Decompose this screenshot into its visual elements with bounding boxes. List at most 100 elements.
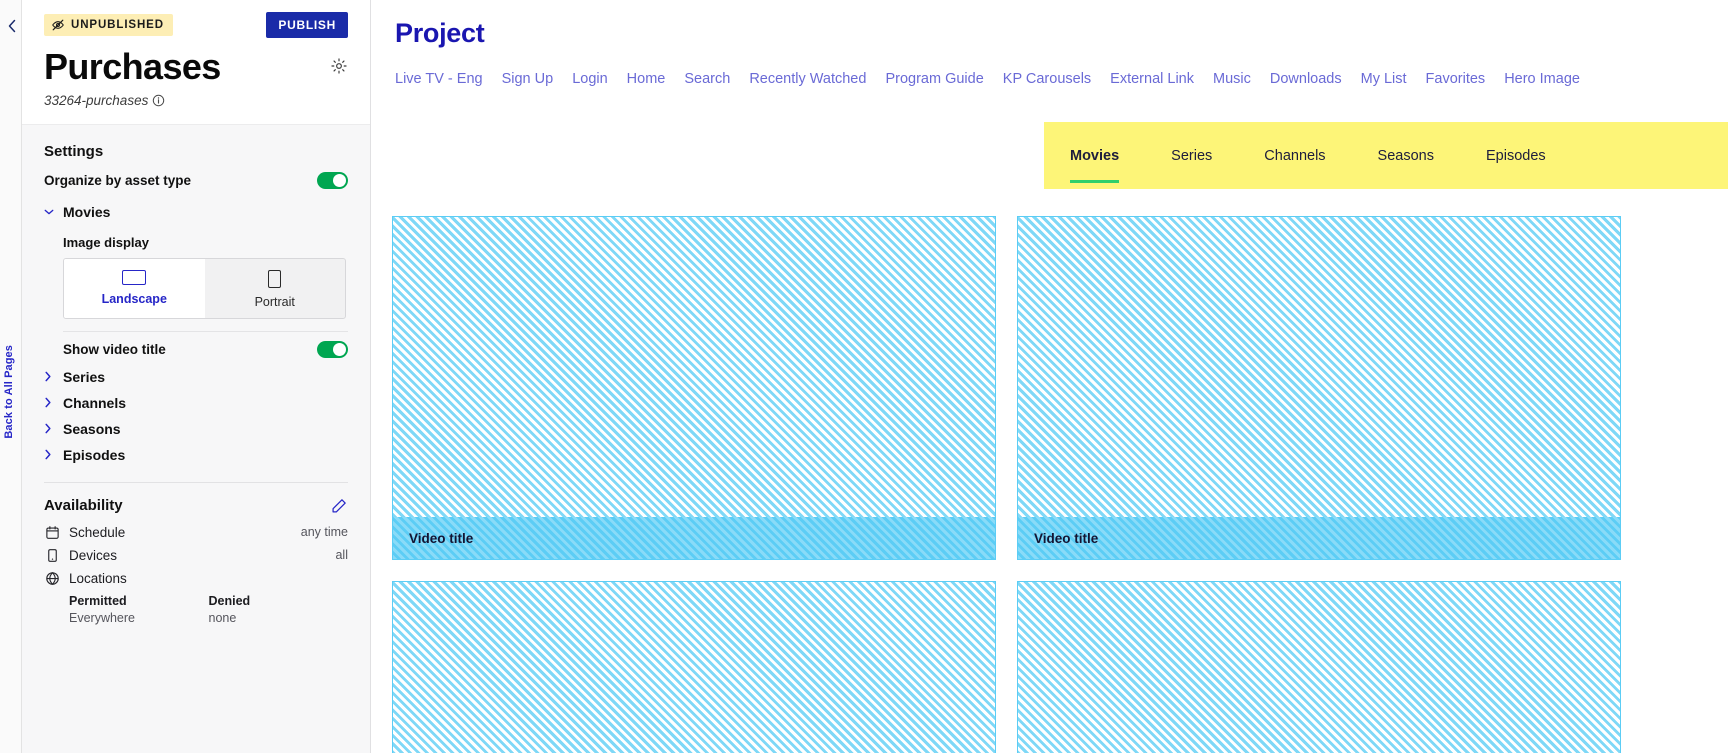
slug-row: 33264-purchases (44, 93, 348, 108)
organize-by-asset-type-row: Organize by asset type (44, 171, 348, 189)
availability-row-devices: Devices all (44, 544, 348, 567)
eye-off-icon (51, 18, 65, 32)
tab-episodes[interactable]: Episodes (1486, 122, 1546, 189)
page-title: Purchases (44, 46, 221, 87)
chevron-right-icon (44, 449, 54, 460)
tab-movies[interactable]: Movies (1070, 122, 1120, 189)
nav-item-live-tv-eng[interactable]: Live TV - Eng (395, 71, 483, 87)
video-thumbnail-placeholder (1017, 216, 1621, 517)
chevron-right-icon (44, 423, 54, 434)
video-card[interactable] (392, 581, 996, 753)
nav-item-kp-carousels[interactable]: KP Carousels (1003, 71, 1091, 87)
chevron-left-icon[interactable] (4, 18, 20, 34)
video-card[interactable]: Video title (1017, 216, 1621, 560)
landscape-icon (122, 269, 147, 285)
info-icon[interactable] (152, 94, 165, 107)
image-display-option-portrait[interactable]: Portrait (205, 259, 346, 318)
nav-item-external-link[interactable]: External Link (1110, 71, 1194, 87)
locations-label: Locations (69, 570, 127, 586)
availability-header: Availability (44, 497, 348, 514)
availability-title: Availability (44, 496, 123, 514)
show-video-title-toggle[interactable] (317, 340, 348, 358)
accordion-series-label: Series (63, 368, 106, 385)
video-thumbnail-placeholder (392, 216, 996, 517)
accordion-channels[interactable]: Channels (44, 390, 348, 416)
devices-value: all (335, 548, 348, 563)
image-display-segmented-control: Landscape Portrait (63, 257, 346, 319)
video-thumbnail-placeholder (1017, 581, 1621, 753)
status-badge-label: UNPUBLISHED (71, 19, 164, 31)
back-to-all-pages-link[interactable]: Back to All Pages (3, 345, 15, 439)
left-rail: Back to All Pages (0, 0, 22, 753)
chevron-right-icon (44, 371, 54, 382)
accordion-episodes[interactable]: Episodes (44, 442, 348, 468)
tab-series[interactable]: Series (1171, 122, 1212, 189)
accordion-episodes-label: Episodes (63, 446, 126, 463)
chevron-right-icon (44, 397, 54, 408)
nav-item-login[interactable]: Login (572, 71, 607, 87)
permitted-value: Everywhere (69, 610, 135, 625)
video-card[interactable]: Video title (392, 216, 996, 560)
chevron-down-icon (44, 208, 54, 216)
nav-item-my-list[interactable]: My List (1361, 71, 1407, 87)
status-row: UNPUBLISHED PUBLISH (44, 12, 348, 38)
portrait-icon (268, 269, 282, 288)
accordion-channels-label: Channels (63, 394, 127, 411)
permitted-column: Permitted Everywhere (69, 594, 209, 625)
denied-value: none (208, 610, 237, 625)
nav-item-music[interactable]: Music (1213, 71, 1251, 87)
video-title: Video title (1034, 530, 1099, 546)
accordion-seasons[interactable]: Seasons (44, 416, 348, 442)
title-row: Purchases (44, 48, 348, 86)
tab-channels[interactable]: Channels (1264, 122, 1325, 189)
video-thumbnail-placeholder (392, 581, 996, 753)
panel-header: UNPUBLISHED PUBLISH Purchases 33264-purc… (22, 0, 370, 125)
denied-column: Denied none (209, 594, 349, 625)
edit-pencil-icon[interactable] (331, 497, 348, 514)
preview-nav: Live TV - Eng Sign Up Login Home Search … (371, 49, 1728, 87)
video-card-grid: Video title Video title (392, 216, 1728, 753)
schedule-label: Schedule (69, 524, 126, 540)
show-video-title-label: Show video title (63, 341, 166, 357)
availability-row-locations: Locations (44, 567, 348, 590)
nav-item-program-guide[interactable]: Program Guide (885, 71, 983, 87)
accordion-series[interactable]: Series (44, 364, 348, 390)
gear-icon[interactable] (330, 57, 348, 86)
devices-label: Devices (69, 547, 118, 563)
permitted-header: Permitted (69, 593, 127, 608)
locations-detail: Permitted Everywhere Denied none (44, 594, 348, 625)
movies-subsection: Image display Landscape Portrait Show vi… (44, 235, 348, 358)
tab-seasons[interactable]: Seasons (1378, 122, 1434, 189)
nav-item-favorites[interactable]: Favorites (1426, 71, 1486, 87)
nav-item-downloads[interactable]: Downloads (1270, 71, 1342, 87)
settings-panel: UNPUBLISHED PUBLISH Purchases 33264-purc… (22, 0, 371, 753)
denied-header: Denied (208, 593, 251, 608)
nav-item-recently-watched[interactable]: Recently Watched (749, 71, 866, 87)
schedule-value: any time (300, 525, 348, 540)
image-display-option-landscape[interactable]: Landscape (64, 258, 205, 318)
publish-button[interactable]: PUBLISH (266, 12, 348, 38)
video-card[interactable] (1017, 581, 1621, 753)
organize-toggle[interactable] (317, 171, 348, 189)
landscape-label: Landscape (101, 291, 167, 306)
preview-area: Project Live TV - Eng Sign Up Login Home… (371, 0, 1728, 753)
divider (63, 330, 348, 332)
accordion-movies[interactable]: Movies (44, 199, 348, 225)
video-title: Video title (409, 530, 474, 546)
nav-item-home[interactable]: Home (627, 71, 666, 87)
accordion-movies-label: Movies (63, 203, 111, 220)
image-display-label: Image display (63, 234, 149, 250)
status-badge: UNPUBLISHED (44, 14, 173, 36)
show-video-title-row: Show video title (63, 340, 348, 358)
portrait-label: Portrait (254, 294, 295, 309)
page-slug: 33264-purchases (44, 92, 149, 108)
video-title-bar: Video title (392, 517, 996, 560)
nav-item-sign-up[interactable]: Sign Up (502, 71, 554, 87)
calendar-icon (44, 525, 60, 540)
accordion-seasons-label: Seasons (63, 420, 121, 437)
nav-item-hero-image[interactable]: Hero Image (1504, 71, 1580, 87)
divider (44, 481, 348, 483)
brand-title: Project (395, 18, 485, 48)
nav-item-search[interactable]: Search (684, 71, 730, 87)
organize-label: Organize by asset type (44, 172, 192, 188)
